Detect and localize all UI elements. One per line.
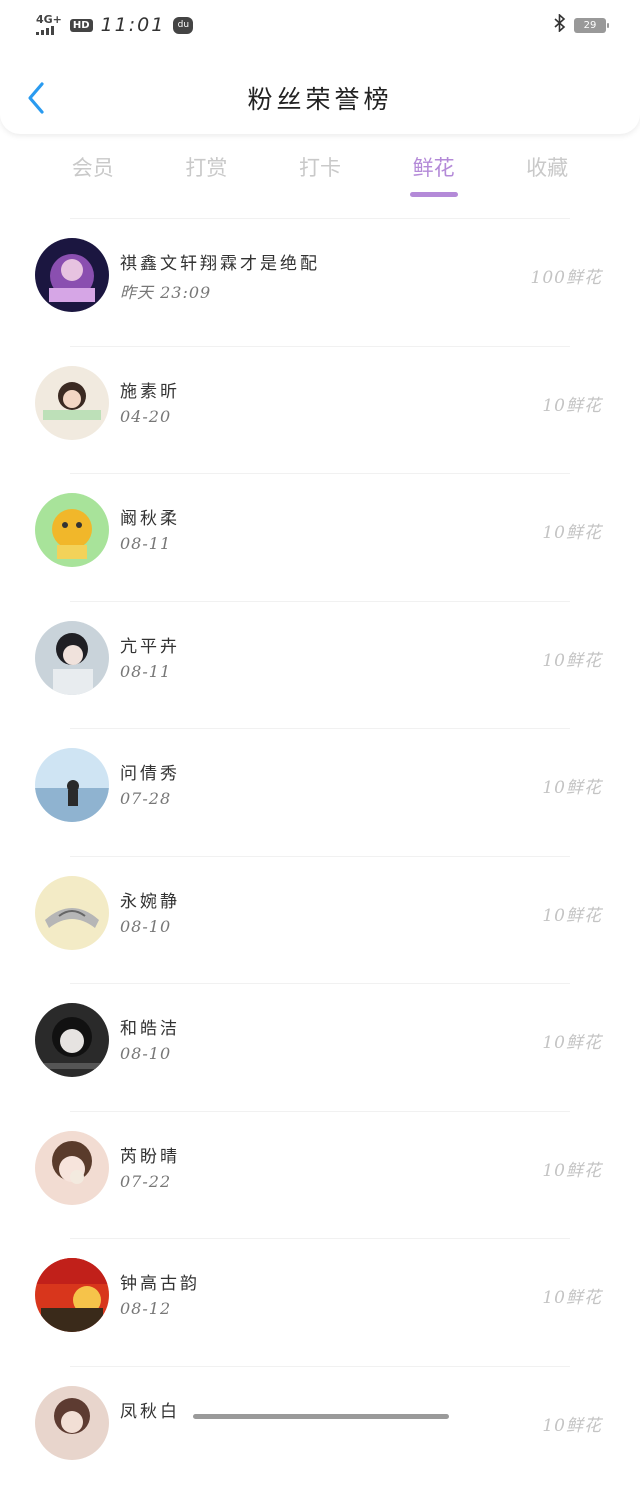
avatar[interactable] — [35, 748, 109, 822]
tab-bar: 会员 打赏 打卡 鲜花 收藏 — [0, 140, 640, 204]
flower-amount: 10鲜花 — [542, 1028, 602, 1053]
list-item[interactable]: 钟高古韵08-1210鲜花 — [70, 1238, 570, 1366]
tab-tips[interactable]: 打赏 — [161, 140, 251, 204]
flower-amount: 10鲜花 — [542, 773, 602, 798]
status-left: 4G+ HD 11:01 du — [36, 14, 193, 36]
signal-icon — [36, 25, 62, 35]
list-item-content: 问倩秀 07-28 10鲜花 — [35, 729, 602, 856]
flower-amount: 10鲜花 — [542, 391, 602, 416]
status-right: 29 — [554, 14, 606, 36]
bluetooth-icon — [554, 14, 566, 36]
avatar[interactable] — [35, 621, 109, 695]
avatar[interactable] — [35, 1003, 109, 1077]
fan-name: 和皓洁 — [120, 1014, 180, 1039]
flower-amount: 10鲜花 — [542, 901, 602, 926]
avatar-image — [35, 748, 109, 822]
avatar[interactable] — [35, 1386, 109, 1460]
tab-checkin[interactable]: 打卡 — [275, 140, 365, 204]
fan-name: 施素昕 — [120, 377, 180, 402]
tab-label: 打卡 — [299, 156, 341, 180]
hd-badge: HD — [70, 19, 93, 32]
fan-name: 祺鑫文轩翔霖才是绝配 — [120, 249, 320, 274]
avatar-image — [35, 876, 109, 950]
avatar-image — [35, 1386, 109, 1460]
list-item[interactable]: 和皓洁08-1010鲜花 — [70, 983, 570, 1111]
fan-date: 08-10 — [120, 917, 171, 936]
list-item-content: 永婉静 08-10 10鲜花 — [35, 857, 602, 984]
tab-label: 会员 — [72, 156, 114, 180]
list-item[interactable]: 芮盼晴07-2210鲜花 — [70, 1111, 570, 1239]
list-item[interactable]: 阚秋柔08-1110鲜花 — [70, 473, 570, 601]
fan-date: 08-10 — [120, 1044, 171, 1063]
fan-date: 07-28 — [120, 789, 171, 808]
flower-amount: 10鲜花 — [542, 646, 602, 671]
fan-name: 钟高古韵 — [120, 1269, 200, 1294]
avatar-image — [35, 238, 109, 312]
list-item-content: 施素昕 04-20 10鲜花 — [35, 347, 602, 474]
flower-amount: 100鲜花 — [531, 263, 602, 288]
tab-flowers[interactable]: 鲜花 — [389, 140, 479, 204]
list-item-content: 芮盼晴 07-22 10鲜花 — [35, 1112, 602, 1239]
flower-amount: 10鲜花 — [542, 1411, 602, 1436]
list-item-content: 钟高古韵 08-12 10鲜花 — [35, 1239, 602, 1366]
fan-date: 08-11 — [120, 662, 171, 681]
clock: 11:01 — [101, 14, 166, 36]
list-item-content: 凤秋白 10鲜花 — [35, 1367, 602, 1493]
avatar[interactable] — [35, 366, 109, 440]
fan-name: 永婉静 — [120, 887, 180, 912]
network-type: 4G+ — [36, 15, 62, 25]
tab-favorites[interactable]: 收藏 — [502, 140, 592, 204]
fan-name: 凤秋白 — [120, 1397, 180, 1422]
network-indicator: 4G+ — [36, 15, 62, 35]
battery-icon: 29 — [574, 18, 606, 33]
list-item[interactable]: 凤秋白10鲜花 — [70, 1366, 570, 1493]
list-item[interactable]: 问倩秀07-2810鲜花 — [70, 728, 570, 856]
list-item-content: 亢平卉 08-11 10鲜花 — [35, 602, 602, 729]
fan-name: 问倩秀 — [120, 759, 180, 784]
list-item[interactable]: 祺鑫文轩翔霖才是绝配昨天 23:09100鲜花 — [70, 218, 570, 346]
flower-amount: 10鲜花 — [542, 1156, 602, 1181]
avatar[interactable] — [35, 238, 109, 312]
avatar-image — [35, 1258, 109, 1332]
avatar[interactable] — [35, 493, 109, 567]
status-bar: 4G+ HD 11:01 du 29 — [0, 0, 640, 50]
list-item[interactable]: 永婉静08-1010鲜花 — [70, 856, 570, 984]
avatar[interactable] — [35, 876, 109, 950]
avatar-image — [35, 493, 109, 567]
fan-date: 08-11 — [120, 534, 171, 553]
tab-label: 鲜花 — [413, 156, 455, 180]
fan-date: 07-22 — [120, 1172, 171, 1191]
home-indicator[interactable] — [193, 1414, 449, 1419]
tab-members[interactable]: 会员 — [48, 140, 138, 204]
list-item-content: 祺鑫文轩翔霖才是绝配昨天 23:09 100鲜花 — [35, 219, 602, 346]
header-bar: 粉丝荣誉榜 — [0, 60, 640, 134]
active-tab-indicator — [410, 192, 458, 197]
avatar-image — [35, 1003, 109, 1077]
list-item-content: 和皓洁 08-10 10鲜花 — [35, 984, 602, 1111]
fan-list: 祺鑫文轩翔霖才是绝配昨天 23:09100鲜花施素昕04-2010鲜花阚秋柔08… — [0, 218, 640, 1493]
fan-date: 04-20 — [120, 407, 171, 426]
fan-date: 昨天 23:09 — [120, 279, 211, 303]
avatar-image — [35, 621, 109, 695]
tab-label: 打赏 — [185, 156, 227, 180]
list-item[interactable]: 亢平卉08-1110鲜花 — [70, 601, 570, 729]
list-item[interactable]: 施素昕04-2010鲜花 — [70, 346, 570, 474]
avatar-image — [35, 366, 109, 440]
fan-name: 阚秋柔 — [120, 504, 180, 529]
avatar[interactable] — [35, 1258, 109, 1332]
fan-name: 芮盼晴 — [120, 1142, 180, 1167]
fan-name: 亢平卉 — [120, 632, 180, 657]
fan-date: 08-12 — [120, 1299, 171, 1318]
tab-label: 收藏 — [526, 156, 568, 180]
page-title: 粉丝荣誉榜 — [0, 80, 640, 116]
list-item-content: 阚秋柔 08-11 10鲜花 — [35, 474, 602, 601]
flower-amount: 10鲜花 — [542, 1283, 602, 1308]
app-notification-icon: du — [173, 17, 193, 34]
avatar-image — [35, 1131, 109, 1205]
flower-amount: 10鲜花 — [542, 518, 602, 543]
avatar[interactable] — [35, 1131, 109, 1205]
